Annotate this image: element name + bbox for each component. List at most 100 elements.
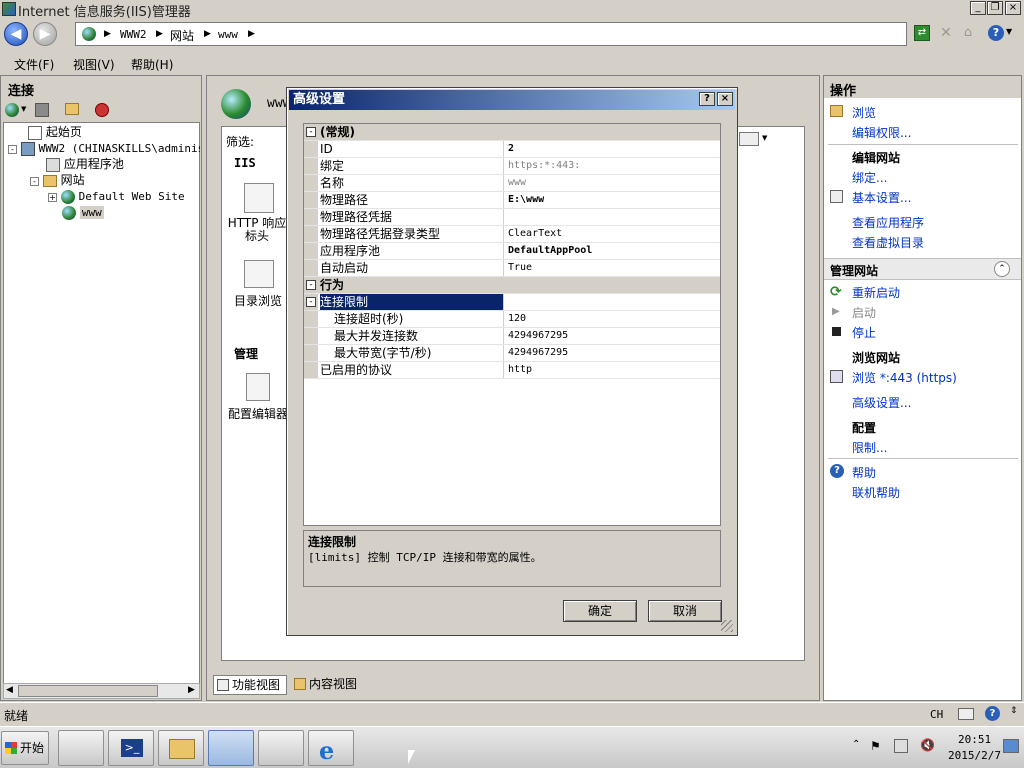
taskbar-server-manager[interactable] — [58, 730, 104, 766]
close-button[interactable]: × — [1005, 1, 1021, 15]
property-value[interactable] — [506, 294, 720, 310]
collapse-icon[interactable]: - — [30, 177, 39, 186]
menu-file[interactable]: 文件(F) — [14, 56, 54, 73]
restore-button[interactable]: ❐ — [987, 1, 1003, 15]
property-row[interactable]: 绑定 https:*:443: — [304, 158, 720, 175]
help-dropdown-icon[interactable]: ▼ — [1006, 27, 1012, 36]
menu-view[interactable]: 视图(V) — [73, 56, 115, 73]
property-value[interactable]: True — [506, 260, 720, 276]
collapse-icon[interactable]: - — [8, 145, 17, 154]
collapse-icon[interactable]: - — [306, 280, 316, 290]
action-limits[interactable]: 限制... — [852, 439, 887, 456]
property-row-limits[interactable]: - 连接限制 — [304, 294, 720, 311]
property-row[interactable]: 应用程序池 DefaultAppPool — [304, 243, 720, 260]
action-view-virtual-dirs[interactable]: 查看虚拟目录 — [852, 234, 924, 251]
view-dropdown-icon[interactable]: ▼ — [762, 134, 767, 142]
ok-button[interactable]: 确定 — [563, 600, 637, 622]
breadcrumb-site[interactable]: www — [218, 28, 238, 41]
save-icon[interactable] — [35, 103, 49, 117]
breadcrumb-sites[interactable]: 网站 — [170, 27, 194, 44]
property-row[interactable]: 物理路径 E:\www — [304, 192, 720, 209]
property-value[interactable]: E:\www — [506, 192, 720, 208]
clock-time[interactable]: 20:51 — [958, 733, 991, 746]
config-editor-label[interactable]: 配置编辑器 — [228, 405, 288, 422]
category-behavior[interactable]: - 行为 — [304, 277, 720, 294]
http-headers-label[interactable]: HTTP 响应标头 — [224, 217, 290, 245]
scroll-left-icon[interactable]: ◀ — [6, 685, 13, 695]
connect-icon[interactable] — [5, 103, 19, 117]
stop-icon[interactable]: ✕ — [938, 25, 954, 41]
property-value[interactable]: 4294967295 — [506, 328, 720, 344]
taskbar-notepad[interactable] — [258, 730, 304, 766]
taskbar-powershell[interactable]: >_ — [108, 730, 154, 766]
language-indicator[interactable]: CH — [930, 708, 943, 721]
group-by-icon[interactable] — [739, 132, 759, 146]
action-browse-https[interactable]: 浏览 *:443 (https) — [852, 369, 957, 386]
action-basic-settings[interactable]: 基本设置... — [852, 189, 911, 206]
property-value[interactable]: http — [506, 362, 720, 378]
collapse-icon[interactable]: - — [306, 297, 316, 307]
tree-item-server[interactable]: - WWW2 (CHINASKILLS\administ — [8, 140, 200, 156]
taskbar-explorer[interactable] — [158, 730, 204, 766]
property-row[interactable]: 名称 www — [304, 175, 720, 192]
tree-item-start-page[interactable]: 起始页 — [28, 124, 82, 140]
scroll-right-icon[interactable]: ▶ — [188, 685, 195, 695]
property-row[interactable]: 物理路径凭据 — [304, 209, 720, 226]
tree-item-app-pools[interactable]: 应用程序池 — [46, 156, 124, 172]
action-browse[interactable]: 浏览 — [852, 104, 876, 121]
action-bindings[interactable]: 绑定... — [852, 169, 887, 186]
dir-browse-icon[interactable] — [244, 260, 274, 288]
dir-browse-label[interactable]: 目录浏览 — [234, 292, 282, 309]
action-online-help[interactable]: 联机帮助 — [852, 484, 900, 501]
show-desktop-icon[interactable] — [1003, 739, 1019, 753]
property-value[interactable]: https:*:443: — [506, 158, 720, 174]
collapse-up-icon[interactable]: ⌃ — [994, 261, 1010, 277]
forward-button[interactable]: ▶ — [33, 22, 57, 46]
action-view-applications[interactable]: 查看应用程序 — [852, 214, 924, 231]
taskbar-iis-manager[interactable] — [208, 730, 254, 766]
tree-item-www[interactable]: www — [62, 204, 104, 220]
keyboard-icon[interactable] — [958, 708, 974, 720]
action-restart[interactable]: 重新启动 — [852, 284, 900, 301]
horizontal-scrollbar[interactable]: ◀ ▶ — [3, 683, 200, 699]
help-icon[interactable]: ? — [988, 25, 1004, 41]
config-editor-icon[interactable] — [246, 373, 270, 401]
home-icon[interactable]: ⌂ — [960, 25, 976, 41]
dialog-help-button[interactable]: ? — [699, 92, 715, 106]
back-button[interactable]: ◀ — [4, 22, 28, 46]
category-general[interactable]: - (常规) — [304, 124, 720, 141]
breadcrumb-server[interactable]: WWW2 — [120, 28, 147, 41]
http-headers-icon[interactable] — [244, 183, 274, 213]
tree-item-sites[interactable]: - 网站 — [30, 172, 85, 188]
property-row[interactable]: 自动启动 True — [304, 260, 720, 277]
property-value[interactable]: www — [506, 175, 720, 191]
expand-icon[interactable]: + — [48, 193, 57, 202]
ime-help-icon[interactable]: ? — [985, 706, 1000, 721]
property-value[interactable] — [506, 209, 720, 225]
minimize-button[interactable]: _ — [970, 1, 986, 15]
up-folder-icon[interactable] — [65, 103, 79, 115]
tray-expand-icon[interactable]: ⌃ — [852, 739, 860, 750]
flag-icon[interactable]: ⚑ — [870, 739, 881, 753]
refresh-icon[interactable]: ⇄ — [914, 25, 930, 41]
property-row[interactable]: ID 2 — [304, 141, 720, 158]
action-advanced-settings[interactable]: 高级设置... — [852, 394, 911, 411]
cancel-button[interactable]: 取消 — [648, 600, 722, 622]
tree-item-default-site[interactable]: + Default Web Site — [48, 188, 185, 204]
action-edit-permissions[interactable]: 编辑权限... — [852, 124, 911, 141]
clock-date[interactable]: 2015/2/7 — [948, 749, 1001, 762]
dropdown-icon[interactable]: ▼ — [21, 105, 26, 113]
property-value[interactable]: ClearText — [506, 226, 720, 242]
scroll-thumb[interactable] — [18, 685, 158, 697]
property-row[interactable]: 连接超时(秒) 120 — [304, 311, 720, 328]
network-icon[interactable] — [894, 739, 908, 753]
property-row[interactable]: 最大并发连接数 4294967295 — [304, 328, 720, 345]
tab-content-view[interactable]: 内容视图 — [291, 675, 365, 695]
property-value[interactable]: 4294967295 — [506, 345, 720, 361]
action-start[interactable]: 启动 — [852, 304, 876, 321]
menu-help[interactable]: 帮助(H) — [131, 56, 173, 73]
disconnect-icon[interactable] — [95, 103, 109, 117]
property-value[interactable]: 2 — [506, 141, 720, 157]
dialog-close-button[interactable]: × — [717, 92, 733, 106]
action-stop[interactable]: 停止 — [852, 324, 876, 341]
